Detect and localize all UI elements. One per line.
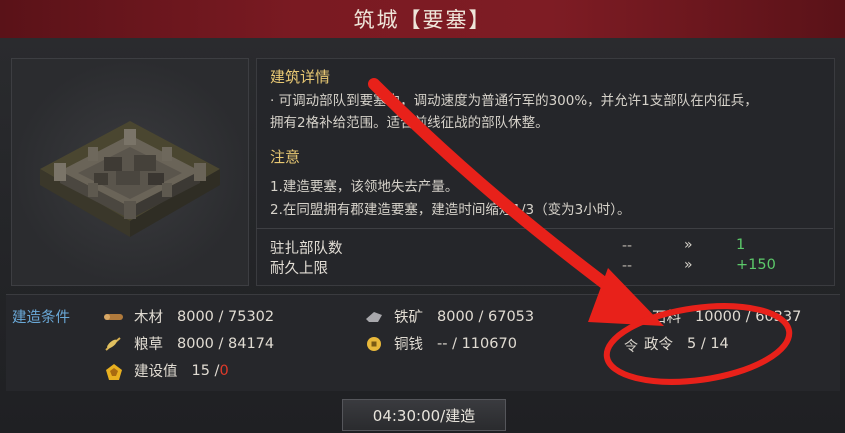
- garrison-label: 驻扎部队数: [270, 241, 343, 257]
- copper-requirement: 铜钱 -- / 110670: [364, 333, 517, 354]
- wood-requirement: 木材 8000 / 75302: [104, 306, 274, 327]
- copper-value: -- / 110670: [437, 335, 517, 352]
- wood-icon: [104, 309, 124, 325]
- notes-line-1: 1.建造要塞，该领地失去产量。: [270, 179, 459, 195]
- iron-icon: [364, 309, 384, 325]
- iron-label: 铁矿: [394, 310, 423, 326]
- garrison-current: --: [622, 238, 633, 254]
- grain-value: 8000 / 84174: [177, 335, 275, 352]
- stone-requirement: 石料 10000 / 60337: [622, 306, 801, 327]
- notes-heading: 注意: [270, 148, 301, 166]
- grain-icon: [104, 336, 124, 352]
- durability-value: +150: [736, 257, 776, 273]
- details-heading: 建筑详情: [270, 68, 331, 86]
- order-label: 政令: [644, 337, 673, 353]
- iron-value: 8000 / 67053: [437, 308, 535, 325]
- fortress-image: [40, 121, 220, 237]
- grain-label: 粮草: [134, 337, 163, 353]
- order-requirement: 令 政令 5 / 14: [624, 333, 729, 355]
- construction-need: 0: [219, 362, 229, 379]
- durability-current: --: [622, 258, 633, 274]
- stone-icon: [622, 309, 642, 325]
- page-title: 筑城【要塞】: [353, 8, 492, 32]
- stats-divider: [256, 228, 833, 229]
- coin-icon: [364, 336, 384, 352]
- construction-requirement: 建设值 15 / 0: [104, 360, 229, 381]
- iron-requirement: 铁矿 8000 / 67053: [364, 306, 534, 327]
- construction-have: 15 /: [191, 362, 220, 379]
- garrison-value: 1: [736, 237, 746, 253]
- order-value: 5 / 14: [687, 335, 729, 352]
- wood-label: 木材: [134, 310, 163, 326]
- construction-icon: [104, 363, 124, 380]
- construction-label: 建设值: [134, 364, 178, 380]
- copper-label: 铜钱: [394, 337, 423, 353]
- garrison-arrow: »: [684, 237, 693, 253]
- fortress-thumbnail: [11, 58, 249, 286]
- stone-label: 石料: [652, 310, 681, 326]
- notes-line-2: 2.在同盟拥有郡建造要塞，建造时间缩短1/3（变为3小时）。: [270, 202, 631, 218]
- wood-value: 8000 / 75302: [177, 308, 275, 325]
- build-button[interactable]: 04:30:00/建造: [342, 399, 506, 431]
- conditions-title: 建造条件: [12, 310, 70, 326]
- details-line-2: 拥有2格补给范围。适合前线征战的部队休整。: [270, 115, 549, 131]
- order-icon: 令: [624, 338, 638, 355]
- details-line-1: · 可调动部队到要塞中，调动速度为普通行军的300%，并允许1支部队在内征兵，: [270, 93, 758, 109]
- durability-label: 耐久上限: [270, 261, 328, 277]
- durability-arrow: »: [684, 257, 693, 273]
- grain-requirement: 粮草 8000 / 84174: [104, 333, 274, 354]
- stone-value: 10000 / 60337: [695, 308, 802, 325]
- build-button-label: 04:30:00/建造: [372, 406, 476, 425]
- title-bar: 筑城【要塞】: [0, 0, 845, 39]
